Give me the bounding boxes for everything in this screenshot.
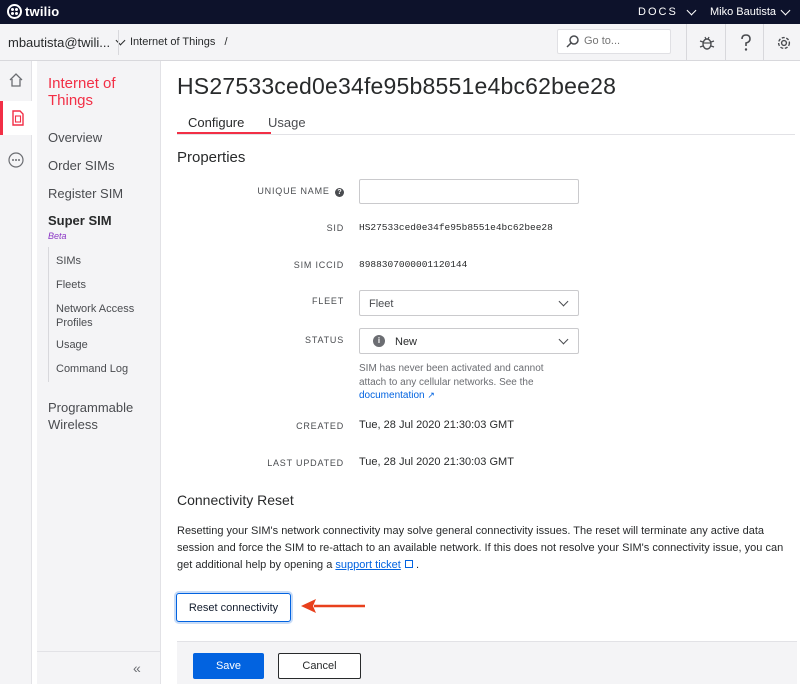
home-icon[interactable] [0, 63, 32, 97]
goto-input[interactable] [584, 35, 664, 47]
account-switcher[interactable]: mbautista@twili... [8, 35, 126, 50]
main-content: HS27533ced0e34fe95b8551e4bc62bee28 Confi… [162, 61, 800, 684]
iccid-value: 8988307000001120144 [359, 259, 468, 270]
icon-rail [0, 61, 32, 684]
search-icon [566, 34, 580, 53]
status-help-body: SIM has never been activated and cannot … [359, 363, 544, 388]
chevron-down-icon [780, 5, 791, 15]
tab-configure[interactable]: Configure [188, 115, 244, 130]
last-updated-value: Tue, 28 Jul 2020 21:30:03 GMT [359, 456, 514, 468]
breadcrumb-iot[interactable]: Internet of Things [130, 36, 215, 48]
connectivity-heading: Connectivity Reset [177, 492, 294, 508]
unique-name-label: UNIQUE NAME ? [174, 186, 344, 197]
sim-icon[interactable] [0, 101, 32, 135]
external-link-icon: ↗ [427, 390, 435, 400]
tab-usage[interactable]: Usage [268, 115, 306, 130]
paragraph-end: . [415, 559, 420, 571]
tab-bar: Configure Usage [177, 113, 795, 135]
product-sidebar: Internet of Things Overview Order SIMs R… [37, 61, 161, 684]
status-help-text: SIM has never been activated and cannot … [359, 362, 569, 403]
external-link-icon [404, 560, 413, 568]
support-ticket-text: support ticket [335, 559, 401, 571]
submenu-divider [48, 247, 49, 382]
last-updated-label: LAST UPDATED [267, 458, 344, 468]
goto-search[interactable] [557, 29, 671, 54]
cancel-button[interactable]: Cancel [278, 653, 361, 679]
user-menu[interactable]: Miko Bautista [710, 5, 791, 18]
top-bar: twilio DOCS Miko Bautista [0, 0, 800, 24]
beta-badge: Beta [48, 231, 67, 241]
sidebar-subitem-sims[interactable]: SIMs [56, 254, 152, 268]
fleet-selected: Fleet [369, 298, 394, 310]
bug-icon[interactable] [696, 32, 718, 54]
chevron-down-icon [558, 296, 569, 307]
sid-label: SID [326, 223, 344, 233]
status-select[interactable]: i New [359, 328, 579, 354]
twilio-logo[interactable]: twilio [7, 4, 59, 19]
divider [118, 30, 119, 55]
properties-heading: Properties [177, 149, 246, 166]
breadcrumb-separator: / [224, 36, 228, 48]
sidebar-subitem-network-access-profiles[interactable]: Network Access Profiles [56, 302, 152, 330]
status-selected: New [395, 336, 418, 348]
created-label: CREATED [296, 421, 344, 431]
account-name: mbautista@twili... [8, 35, 111, 50]
breadcrumb: Internet of Things / [130, 36, 228, 48]
page-title: HS27533ced0e34fe95b8551e4bc62bee28 [177, 73, 617, 99]
reset-connectivity-button[interactable]: Reset connectivity [176, 593, 291, 622]
chevron-down-icon [686, 5, 697, 15]
docs-label: DOCS [638, 6, 678, 18]
unique-name-label-text: UNIQUE NAME [257, 186, 330, 196]
form-footer: Save Cancel [177, 641, 797, 684]
help-circle-icon[interactable]: ? [335, 188, 344, 197]
documentation-link-text: documentation [359, 390, 425, 401]
divider [725, 24, 726, 61]
iccid-label: SIM ICCID [293, 260, 344, 270]
support-ticket-link[interactable]: support ticket [335, 559, 400, 571]
collapse-icon: « [133, 660, 141, 676]
divider [763, 24, 764, 61]
fleet-label: FLEET [311, 296, 344, 306]
status-label: STATUS [305, 335, 344, 345]
sidebar-item-overview[interactable]: Overview [48, 130, 102, 145]
divider [686, 24, 687, 61]
active-tab-indicator [177, 132, 271, 134]
created-value: Tue, 28 Jul 2020 21:30:03 GMT [359, 419, 514, 431]
more-icon[interactable] [0, 143, 32, 177]
info-icon: i [373, 335, 385, 347]
sidebar-item-programmable-wireless[interactable]: Programmable Wireless [48, 399, 148, 433]
help-icon[interactable] [735, 32, 757, 54]
fleet-select[interactable]: Fleet [359, 290, 579, 316]
sidebar-subitem-fleets[interactable]: Fleets [56, 278, 152, 292]
docs-menu[interactable]: DOCS [638, 5, 697, 18]
chevron-down-icon [558, 334, 569, 345]
settings-icon[interactable] [773, 32, 795, 54]
logo-text: twilio [25, 4, 60, 19]
sidebar-title[interactable]: Internet of Things [48, 75, 148, 109]
connectivity-description: Resetting your SIM's network connectivit… [177, 523, 797, 574]
sidebar-item-register-sim[interactable]: Register SIM [48, 186, 123, 201]
sidebar-collapse[interactable]: « [37, 651, 161, 684]
sidebar-item-super-sim[interactable]: Super SIM [48, 213, 112, 228]
sid-value: HS27533ced0e34fe95b8551e4bc62bee28 [359, 222, 553, 233]
sidebar-item-order-sims[interactable]: Order SIMs [48, 158, 114, 173]
annotation-arrow [301, 599, 365, 613]
account-bar: mbautista@twili... Internet of Things / [0, 24, 800, 61]
sidebar-subitem-usage[interactable]: Usage [56, 338, 152, 352]
unique-name-input[interactable] [359, 179, 579, 204]
user-name: Miko Bautista [710, 6, 777, 18]
save-button[interactable]: Save [193, 653, 264, 679]
sidebar-subitem-command-log[interactable]: Command Log [56, 362, 152, 376]
twilio-logo-icon [7, 4, 22, 19]
connectivity-text: Resetting your SIM's network connectivit… [177, 525, 784, 571]
documentation-link[interactable]: documentation ↗ [359, 390, 435, 401]
